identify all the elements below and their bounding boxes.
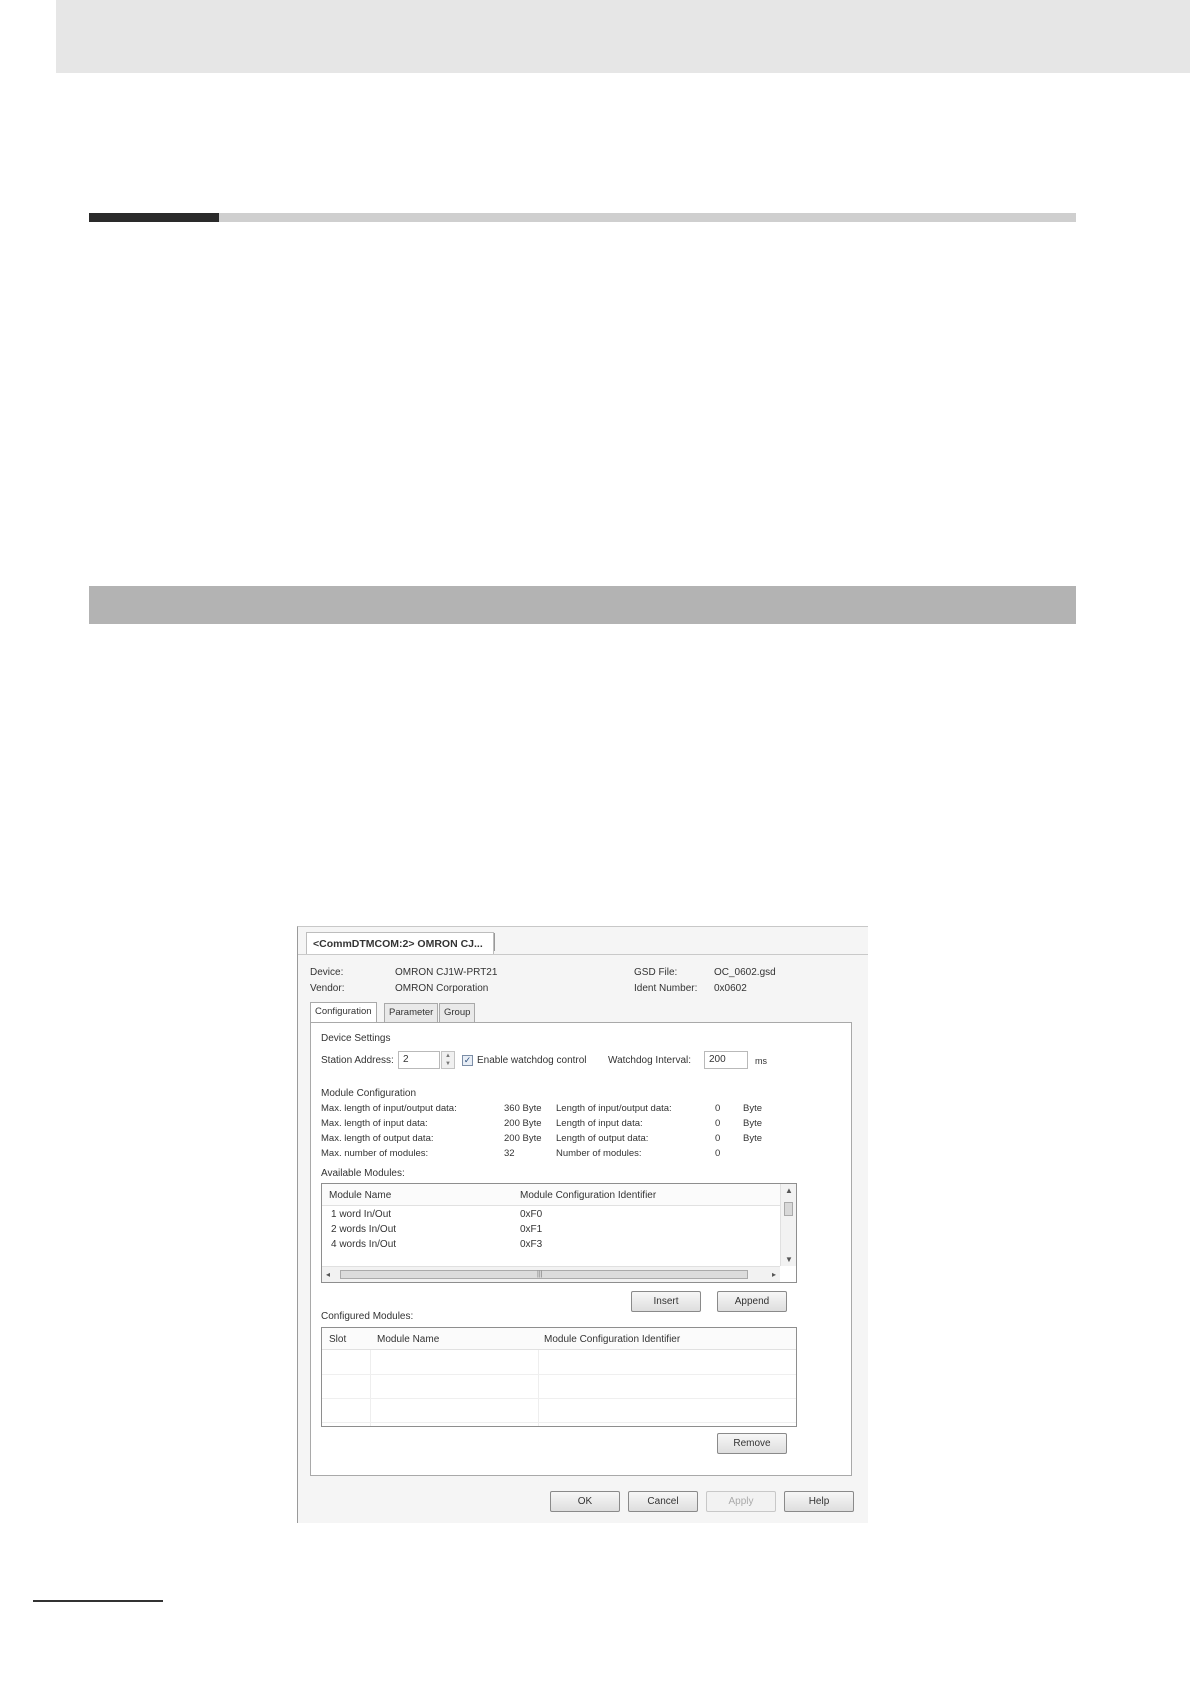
page-header-band — [56, 0, 1190, 73]
row-divider — [322, 1398, 796, 1399]
scroll-right-arrow-icon[interactable]: ▸ — [772, 1270, 776, 1279]
section-rule — [219, 213, 1076, 222]
module-name-cell: 2 words In/Out — [331, 1224, 397, 1235]
help-button[interactable]: Help — [784, 1491, 854, 1512]
station-address-label: Station Address: — [321, 1055, 394, 1066]
section-rule-accent — [89, 213, 219, 222]
available-modules-hscroll[interactable]: ◂ ||| ▸ — [322, 1266, 780, 1282]
configured-modules-heading: Configured Modules: — [321, 1311, 414, 1322]
column-header-config-identifier[interactable]: Module Configuration Identifier — [544, 1334, 680, 1345]
module-identifier-cell: 0xF3 — [520, 1239, 543, 1250]
available-modules-vscroll[interactable]: ▲ ▼ — [780, 1184, 796, 1266]
module-config-label2: Length of input/output data: — [556, 1103, 672, 1114]
dtm-document-tab[interactable]: <CommDTMCOM:2> OMRON CJ... — [306, 932, 494, 954]
tab-parameter[interactable]: Parameter — [384, 1003, 439, 1022]
module-config-label: Max. length of input data: — [321, 1118, 428, 1129]
ok-button[interactable]: OK — [550, 1491, 620, 1512]
available-modules-table: Module Name Module Configuration Identif… — [321, 1183, 797, 1283]
configuration-panel: Device Settings Station Address: 2 ▲ ▼ ✓ … — [310, 1022, 852, 1476]
watchdog-interval-input[interactable]: 200 — [704, 1051, 748, 1069]
module-config-label2: Length of output data: — [556, 1133, 649, 1144]
remove-button[interactable]: Remove — [717, 1433, 787, 1454]
table-row[interactable]: 2 words In/Out 0xF1 — [322, 1223, 780, 1238]
gsd-file-value: OC_0602.gsd — [714, 967, 776, 978]
footer-rule — [33, 1600, 163, 1602]
module-config-value2: 0 — [715, 1133, 721, 1144]
column-divider — [538, 1350, 539, 1426]
station-address-input[interactable]: 2 — [398, 1051, 440, 1069]
module-config-label: Max. length of input/output data: — [321, 1103, 457, 1114]
scroll-left-arrow-icon[interactable]: ◂ — [326, 1270, 330, 1279]
cancel-button[interactable]: Cancel — [628, 1491, 698, 1512]
module-config-value: 200 Byte — [504, 1133, 542, 1144]
configured-modules-table: Slot Module Name Module Configuration Id… — [321, 1327, 797, 1427]
module-config-value2: 0 — [715, 1103, 721, 1114]
module-config-unit: Byte — [743, 1133, 763, 1144]
row-divider — [322, 1374, 796, 1375]
module-config-label2: Length of input data: — [556, 1118, 643, 1129]
subsection-bar — [89, 586, 1076, 624]
ident-number-label: Ident Number: — [634, 983, 698, 994]
device-label: Device: — [310, 967, 344, 978]
vendor-label: Vendor: — [310, 983, 345, 994]
scroll-down-arrow-icon[interactable]: ▼ — [785, 1255, 793, 1264]
module-config-label2: Number of modules: — [556, 1148, 642, 1159]
device-settings-heading: Device Settings — [321, 1033, 391, 1044]
module-config-unit: Byte — [743, 1118, 763, 1129]
station-address-spinner[interactable]: ▲ ▼ — [441, 1051, 455, 1069]
apply-button[interactable]: Apply — [706, 1491, 776, 1512]
table-row[interactable]: 4 words In/Out 0xF3 — [322, 1238, 780, 1253]
hscroll-grip-icon: ||| — [537, 1271, 543, 1278]
scroll-up-arrow-icon[interactable]: ▲ — [785, 1186, 793, 1195]
module-config-value: 200 Byte — [504, 1118, 542, 1129]
vendor-value: OMRON Corporation — [395, 983, 489, 994]
watchdog-interval-label: Watchdog Interval: — [608, 1055, 692, 1066]
gsd-file-label: GSD File: — [634, 967, 678, 978]
dtm-configuration-dialog: <CommDTMCOM:2> OMRON CJ... Device: OMRON… — [297, 926, 868, 1523]
device-value: OMRON CJ1W-PRT21 — [395, 967, 498, 978]
available-modules-heading: Available Modules: — [321, 1168, 405, 1179]
module-identifier-cell: 0xF0 — [520, 1209, 543, 1220]
ident-number-value: 0x0602 — [714, 983, 747, 994]
module-config-value2: 0 — [715, 1148, 721, 1159]
module-identifier-cell: 0xF1 — [520, 1224, 543, 1235]
watchdog-unit: ms — [755, 1056, 767, 1066]
row-divider — [322, 1422, 796, 1423]
module-config-value: 360 Byte — [504, 1103, 542, 1114]
table-row[interactable]: 1 word In/Out 0xF0 — [322, 1208, 780, 1223]
watchdog-checkbox-label: Enable watchdog control — [477, 1055, 587, 1066]
module-config-label: Max. number of modules: — [321, 1148, 429, 1159]
hscroll-thumb[interactable]: ||| — [340, 1270, 748, 1279]
vscroll-thumb[interactable] — [784, 1202, 793, 1216]
module-name-cell: 4 words In/Out — [331, 1239, 397, 1250]
column-header-module-name[interactable]: Module Name — [377, 1334, 439, 1345]
insert-button[interactable]: Insert — [631, 1291, 701, 1312]
module-config-unit: Byte — [743, 1103, 763, 1114]
tab-separator — [494, 933, 495, 951]
tab-strip-line — [298, 954, 868, 955]
column-header-config-identifier[interactable]: Module Configuration Identifier — [520, 1190, 656, 1201]
tab-configuration[interactable]: Configuration — [310, 1002, 377, 1022]
module-configuration-heading: Module Configuration — [321, 1088, 417, 1099]
module-config-value2: 0 — [715, 1118, 721, 1129]
column-header-slot[interactable]: Slot — [329, 1334, 346, 1345]
module-config-label: Max. length of output data: — [321, 1133, 434, 1144]
module-name-cell: 1 word In/Out — [331, 1209, 392, 1220]
tab-group[interactable]: Group — [439, 1003, 476, 1022]
column-divider — [370, 1350, 371, 1426]
module-config-value: 32 — [504, 1148, 515, 1159]
watchdog-checkbox[interactable]: ✓ — [462, 1055, 473, 1066]
column-header-module-name[interactable]: Module Name — [329, 1190, 391, 1201]
append-button[interactable]: Append — [717, 1291, 787, 1312]
